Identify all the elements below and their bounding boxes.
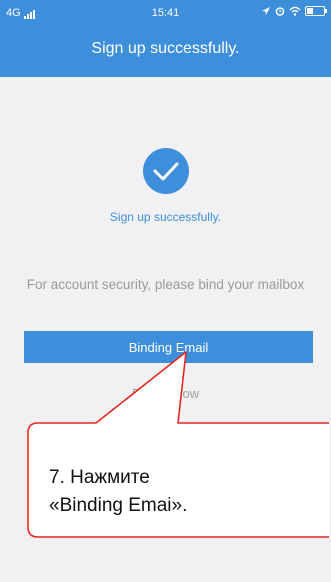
callout-line-2: «Binding Emai». [49,495,188,516]
callout-line-1: 7. Нажмите [49,467,150,488]
